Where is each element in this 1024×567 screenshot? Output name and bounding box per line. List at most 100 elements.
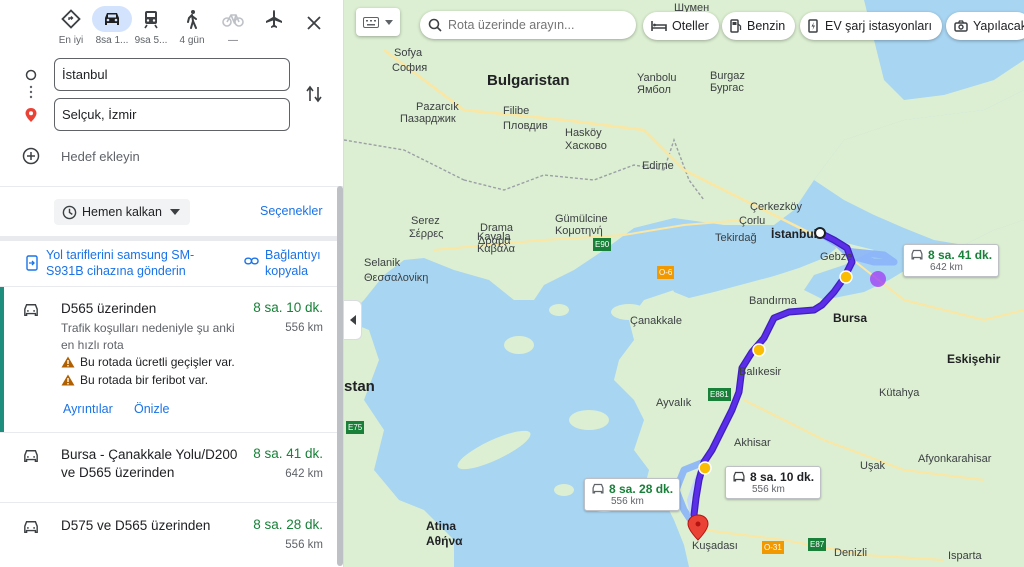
- route-callout-alt-2[interactable]: 8 sa. 28 dk. 556 km: [584, 478, 681, 511]
- route-description: Trafik koşulları nedeniyle şu anki en hı…: [61, 321, 235, 352]
- travel-mode-bar: En iyi 8sa 1... 9sa 5... 4 gün —: [0, 0, 343, 54]
- train-icon: [131, 6, 171, 32]
- close-directions-button[interactable]: [300, 9, 328, 37]
- route-callout-main[interactable]: 8 sa. 10 dk. 556 km: [725, 466, 822, 499]
- route-callout-alt-1[interactable]: 8 sa. 41 dk. 642 km: [903, 244, 1000, 277]
- warning-icon: [61, 374, 75, 386]
- input-tools-button[interactable]: [356, 8, 400, 36]
- destination-pin-icon: [25, 108, 37, 122]
- route-distance: 556 km: [285, 322, 323, 334]
- map-label-city: Filibe: [503, 105, 530, 117]
- chip-things-to-do[interactable]: Yapılacak: [946, 12, 1024, 40]
- link-icon: [244, 257, 259, 265]
- route-distance: 556 km: [285, 539, 323, 551]
- map-label-city: Isparta: [948, 550, 982, 562]
- panel-scrollbar[interactable]: [337, 186, 343, 566]
- map-label-city: Hasköy: [565, 127, 602, 139]
- map-label-country: stan: [344, 378, 375, 395]
- directions-panel: En iyi 8sa 1... 9sa 5... 4 gün — İstanbu…: [0, 0, 344, 567]
- map-label-city: Κομοτηνή: [555, 225, 603, 237]
- add-destination-button[interactable]: Hedef ekleyin: [22, 146, 222, 166]
- mode-walk[interactable]: 4 gün: [169, 6, 215, 50]
- map-label-city: Akhisar: [734, 437, 771, 449]
- origin-input[interactable]: [54, 58, 290, 91]
- route-time: 8 sa. 28 dk.: [253, 517, 323, 532]
- warning-text: Bu rotada bir feribot var.: [80, 373, 209, 387]
- map-canvas[interactable]: Bulgaristan Sofya София Yanbolu Ямбол Bu…: [344, 0, 1024, 567]
- copy-link-button[interactable]: Bağlantıyı kopyala: [244, 247, 334, 281]
- map-label-city: Kuşadası: [692, 540, 738, 552]
- route-dots-icon: [29, 85, 33, 99]
- map-label-city: Пазарджик: [400, 113, 456, 125]
- map-label-country: Bulgaristan: [487, 72, 570, 89]
- map-label-city: Gebze: [820, 251, 853, 263]
- route-preview-link[interactable]: Önizle: [134, 402, 169, 416]
- route-time: 8 sa. 41 dk.: [253, 446, 323, 461]
- map-label-city: Αθήνα: [426, 534, 463, 548]
- bicycle-icon: [213, 6, 253, 32]
- route-option-3[interactable]: D575 ve D565 üzerinden 8 sa. 28 dk. 556 …: [0, 502, 343, 567]
- map-label-city: Çerkezköy: [750, 201, 802, 213]
- map-label-city: Edirne: [642, 160, 674, 172]
- map-label-city: Eskişehir: [947, 352, 1001, 366]
- route-option-1[interactable]: D565 üzerinden 8 sa. 10 dk. 556 km Trafi…: [0, 286, 343, 432]
- map-label-city: Atina: [426, 519, 456, 533]
- mode-transit[interactable]: 9sa 5...: [128, 6, 174, 50]
- route-option-2[interactable]: Bursa - Çanakkale Yolu/D200 ve D565 üzer…: [0, 432, 343, 502]
- map-label-city: Çanakkale: [630, 315, 682, 327]
- chip-gas[interactable]: Benzin: [722, 12, 796, 40]
- chip-label: Yapılacak: [973, 19, 1024, 33]
- road-shield: E90: [593, 238, 612, 251]
- car-icon: [92, 6, 132, 32]
- road-shield: E87: [808, 538, 827, 551]
- mode-best[interactable]: En iyi: [48, 6, 94, 50]
- plus-circle-icon: [22, 147, 40, 165]
- map-label-city: София: [392, 62, 428, 74]
- route-search-input[interactable]: [448, 18, 628, 32]
- mode-transit-label: 9sa 5...: [134, 35, 168, 46]
- map-label-city: Bursa: [833, 311, 868, 325]
- map-label-city: Хасково: [565, 140, 607, 152]
- mode-bike[interactable]: —: [210, 6, 256, 50]
- map-label-city: Tekirdağ: [715, 232, 757, 244]
- chip-hotels[interactable]: Oteller: [643, 12, 719, 40]
- car-icon: [592, 483, 604, 494]
- ev-charger-icon: [808, 19, 818, 33]
- airplane-icon: [254, 6, 294, 32]
- map-label-city: Бургас: [710, 82, 744, 94]
- map-label-city: Çorlu: [739, 215, 766, 227]
- depart-time-dropdown[interactable]: Hemen kalkan: [54, 199, 190, 225]
- swap-waypoints-button[interactable]: [302, 82, 326, 106]
- mode-bike-label: —: [228, 35, 238, 46]
- camera-icon: [954, 20, 968, 32]
- selected-route-indicator: [0, 287, 4, 432]
- route-search-box[interactable]: [420, 11, 636, 39]
- send-to-device-label: Yol tariflerini samsung SM-S931B cihazın…: [46, 248, 195, 278]
- clock-icon: [62, 205, 77, 219]
- destination-input[interactable]: [54, 98, 290, 131]
- search-icon: [428, 18, 442, 32]
- mode-flight[interactable]: [251, 6, 297, 50]
- chip-ev-charging[interactable]: EV şarj istasyonları: [800, 12, 942, 40]
- chevron-left-icon: [349, 315, 356, 325]
- map-label-city: Bandırma: [749, 295, 797, 307]
- options-link[interactable]: Seçenekler: [260, 204, 323, 218]
- send-to-device-link[interactable]: Yol tariflerini samsung SM-S931B cihazın…: [26, 247, 216, 281]
- car-icon: [24, 521, 38, 534]
- map-label-city: Ямбол: [637, 84, 671, 96]
- collapse-panel-button[interactable]: [344, 300, 362, 340]
- map-label-city: Uşak: [860, 460, 886, 472]
- walking-icon: [172, 6, 212, 32]
- bed-icon: [651, 21, 667, 31]
- chip-label: Benzin: [747, 19, 786, 33]
- mode-best-label: En iyi: [58, 35, 84, 46]
- caret-down-icon: [385, 19, 393, 25]
- callout-distance: 642 km: [930, 262, 963, 273]
- callout-time: 8 sa. 10 dk.: [750, 470, 815, 484]
- car-icon: [24, 450, 38, 463]
- map-label-city: Пловдив: [503, 120, 548, 132]
- route-name: Bursa - Çanakkale Yolu/D200 ve D565 üzer…: [61, 447, 238, 480]
- ferry-warning: Bu rotada bir feribot var.: [61, 373, 208, 387]
- route-details-link[interactable]: Ayrıntılar: [63, 402, 113, 416]
- chip-label: EV şarj istasyonları: [825, 19, 932, 33]
